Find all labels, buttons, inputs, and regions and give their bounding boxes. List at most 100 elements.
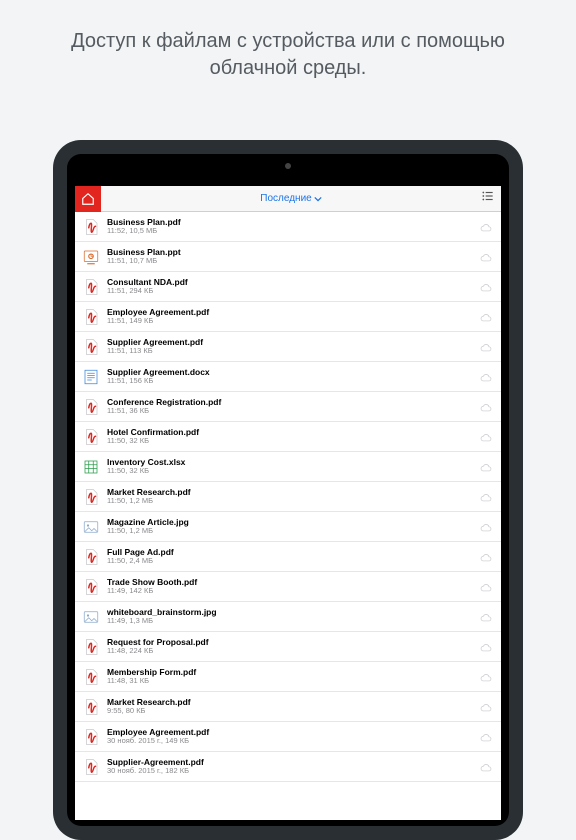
- headline: Доступ к файлам с устройства или с помощ…: [0, 0, 576, 82]
- file-name: Business Plan.pdf: [107, 218, 479, 227]
- pdf-file-icon: [81, 637, 101, 657]
- pdf-file-icon: [81, 217, 101, 237]
- file-meta: Market Research.pdf9:55, 80 КБ: [107, 698, 479, 716]
- file-row[interactable]: Full Page Ad.pdf11:50, 2,4 МБ: [75, 542, 501, 572]
- file-detail: 11:50, 1,2 МБ: [107, 497, 479, 505]
- file-detail: 11:48, 224 КБ: [107, 647, 479, 655]
- file-row[interactable]: Trade Show Booth.pdf11:49, 142 КБ: [75, 572, 501, 602]
- pdf-file-icon: [81, 697, 101, 717]
- file-row[interactable]: Supplier-Agreement.pdf30 нояб. 2015 г., …: [75, 752, 501, 782]
- file-row[interactable]: Employee Agreement.pdf30 нояб. 2015 г., …: [75, 722, 501, 752]
- file-detail: 11:50, 32 КБ: [107, 467, 479, 475]
- file-name: Employee Agreement.pdf: [107, 308, 479, 317]
- navbar: Последние: [75, 186, 501, 212]
- file-name: Inventory Cost.xlsx: [107, 458, 479, 467]
- jpg-file-icon: [81, 607, 101, 627]
- file-meta: Employee Agreement.pdf11:51, 149 КБ: [107, 308, 479, 326]
- file-row[interactable]: Market Research.pdf11:50, 1,2 МБ: [75, 482, 501, 512]
- file-name: Supplier Agreement.docx: [107, 368, 479, 377]
- file-meta: Hotel Confirmation.pdf11:50, 32 КБ: [107, 428, 479, 446]
- pdf-file-icon: [81, 487, 101, 507]
- file-row[interactable]: Employee Agreement.pdf11:51, 149 КБ: [75, 302, 501, 332]
- camera-dot: [285, 163, 291, 169]
- cloud-status-icon: [479, 580, 493, 594]
- file-row[interactable]: Supplier Agreement.docx11:51, 156 КБ: [75, 362, 501, 392]
- file-row[interactable]: Supplier Agreement.pdf11:51, 113 КБ: [75, 332, 501, 362]
- pdf-file-icon: [81, 277, 101, 297]
- file-name: whiteboard_brainstorm.jpg: [107, 608, 479, 617]
- home-icon: [81, 192, 95, 206]
- pdf-file-icon: [81, 307, 101, 327]
- cloud-status-icon: [479, 700, 493, 714]
- cloud-status-icon: [479, 220, 493, 234]
- file-meta: Market Research.pdf11:50, 1,2 МБ: [107, 488, 479, 506]
- jpg-file-icon: [81, 517, 101, 537]
- pdf-file-icon: [81, 667, 101, 687]
- file-detail: 11:51, 113 КБ: [107, 347, 479, 355]
- pdf-file-icon: [81, 757, 101, 777]
- file-name: Hotel Confirmation.pdf: [107, 428, 479, 437]
- view-mode-button[interactable]: [481, 189, 495, 208]
- file-detail: 9:55, 80 КБ: [107, 707, 479, 715]
- file-name: Market Research.pdf: [107, 698, 479, 707]
- file-meta: Business Plan.ppt11:51, 10,7 МБ: [107, 248, 479, 266]
- nav-title-dropdown[interactable]: Последние: [260, 193, 321, 204]
- file-meta: Business Plan.pdf11:52, 10,5 МБ: [107, 218, 479, 236]
- cloud-status-icon: [479, 280, 493, 294]
- file-row[interactable]: Business Plan.pdf11:52, 10,5 МБ: [75, 212, 501, 242]
- home-button[interactable]: [75, 186, 101, 212]
- file-list[interactable]: Business Plan.pdf11:52, 10,5 МБBusiness …: [75, 212, 501, 820]
- file-row[interactable]: Hotel Confirmation.pdf11:50, 32 КБ: [75, 422, 501, 452]
- cloud-status-icon: [479, 520, 493, 534]
- file-meta: Supplier Agreement.pdf11:51, 113 КБ: [107, 338, 479, 356]
- pdf-file-icon: [81, 577, 101, 597]
- chevron-down-icon: [314, 195, 322, 203]
- file-meta: Consultant NDA.pdf11:51, 294 КБ: [107, 278, 479, 296]
- file-detail: 11:49, 142 КБ: [107, 587, 479, 595]
- file-meta: Supplier Agreement.docx11:51, 156 КБ: [107, 368, 479, 386]
- file-row[interactable]: Inventory Cost.xlsx11:50, 32 КБ: [75, 452, 501, 482]
- cloud-status-icon: [479, 730, 493, 744]
- cloud-status-icon: [479, 370, 493, 384]
- file-detail: 11:50, 32 КБ: [107, 437, 479, 445]
- pdf-file-icon: [81, 397, 101, 417]
- file-meta: whiteboard_brainstorm.jpg11:49, 1,3 МБ: [107, 608, 479, 626]
- file-detail: 11:51, 36 КБ: [107, 407, 479, 415]
- cloud-status-icon: [479, 430, 493, 444]
- file-detail: 11:51, 294 КБ: [107, 287, 479, 295]
- file-meta: Trade Show Booth.pdf11:49, 142 КБ: [107, 578, 479, 596]
- file-row[interactable]: Market Research.pdf9:55, 80 КБ: [75, 692, 501, 722]
- pdf-file-icon: [81, 547, 101, 567]
- file-row[interactable]: whiteboard_brainstorm.jpg11:49, 1,3 МБ: [75, 602, 501, 632]
- xlsx-file-icon: [81, 457, 101, 477]
- file-row[interactable]: Consultant NDA.pdf11:51, 294 КБ: [75, 272, 501, 302]
- file-name: Full Page Ad.pdf: [107, 548, 479, 557]
- list-view-icon: [481, 189, 495, 203]
- file-detail: 11:52, 10,5 МБ: [107, 227, 479, 235]
- file-meta: Conference Registration.pdf11:51, 36 КБ: [107, 398, 479, 416]
- cloud-status-icon: [479, 460, 493, 474]
- cloud-status-icon: [479, 610, 493, 624]
- file-name: Membership Form.pdf: [107, 668, 479, 677]
- file-name: Market Research.pdf: [107, 488, 479, 497]
- cloud-status-icon: [479, 250, 493, 264]
- cloud-status-icon: [479, 400, 493, 414]
- file-row[interactable]: Membership Form.pdf11:48, 31 КБ: [75, 662, 501, 692]
- file-row[interactable]: Business Plan.ppt11:51, 10,7 МБ: [75, 242, 501, 272]
- file-detail: 11:51, 10,7 МБ: [107, 257, 479, 265]
- file-name: Magazine Article.jpg: [107, 518, 479, 527]
- file-meta: Full Page Ad.pdf11:50, 2,4 МБ: [107, 548, 479, 566]
- file-row[interactable]: Magazine Article.jpg11:50, 1,2 МБ: [75, 512, 501, 542]
- file-meta: Membership Form.pdf11:48, 31 КБ: [107, 668, 479, 686]
- file-name: Consultant NDA.pdf: [107, 278, 479, 287]
- tablet-frame: Последние Business Plan.: [53, 140, 523, 840]
- docx-file-icon: [81, 367, 101, 387]
- file-row[interactable]: Request for Proposal.pdf11:48, 224 КБ: [75, 632, 501, 662]
- file-name: Business Plan.ppt: [107, 248, 479, 257]
- cloud-status-icon: [479, 340, 493, 354]
- app-screen: Последние Business Plan.: [75, 186, 501, 820]
- file-name: Request for Proposal.pdf: [107, 638, 479, 647]
- file-detail: 11:50, 2,4 МБ: [107, 557, 479, 565]
- file-row[interactable]: Conference Registration.pdf11:51, 36 КБ: [75, 392, 501, 422]
- cloud-status-icon: [479, 640, 493, 654]
